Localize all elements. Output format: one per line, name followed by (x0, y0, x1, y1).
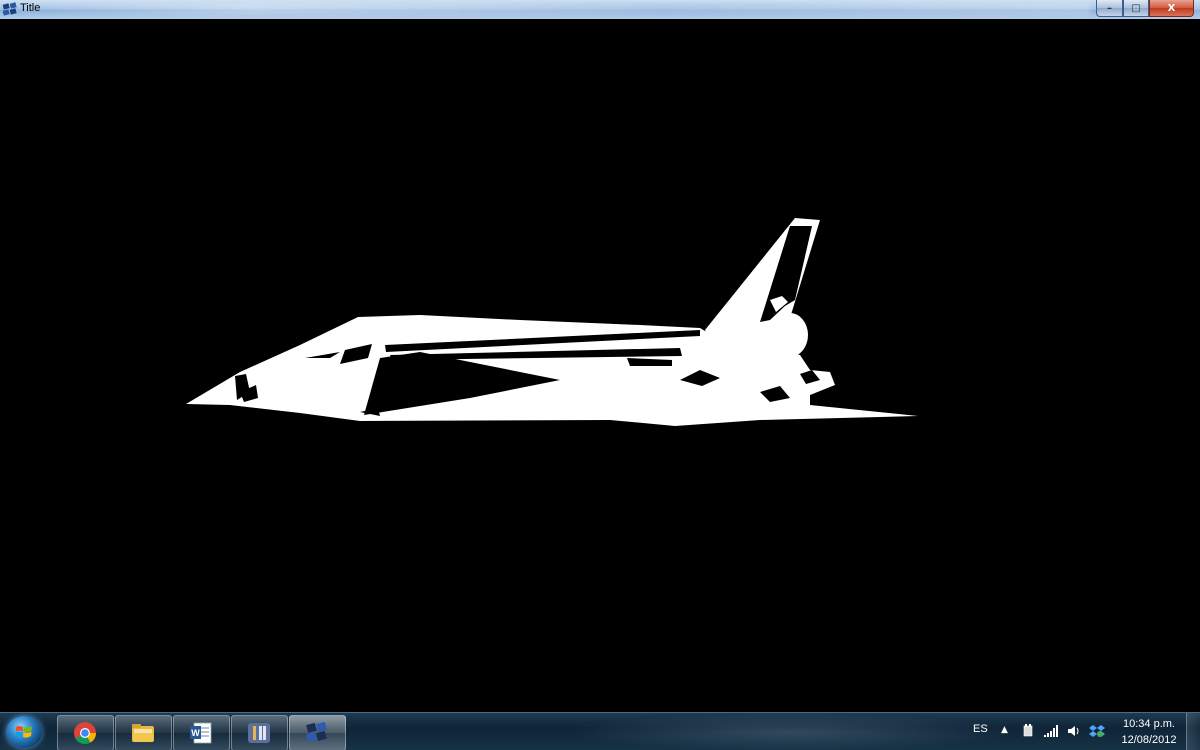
window-controls: – □ X (1096, 0, 1194, 18)
taskbar-item-opengl-app[interactable] (289, 715, 346, 750)
folder-icon (132, 724, 154, 742)
dropbox-icon[interactable] (1089, 724, 1105, 738)
clock-date[interactable]: 12/08/2012 (1118, 734, 1180, 746)
language-indicator[interactable]: ES (973, 723, 988, 735)
maximize-button[interactable]: □ (1123, 0, 1149, 17)
start-button[interactable] (6, 716, 42, 748)
chrome-icon (74, 722, 96, 744)
render-viewport[interactable] (0, 19, 1200, 712)
taskbar-background (560, 713, 1020, 750)
taskbar-item-word[interactable]: W (173, 715, 230, 750)
clock-time[interactable]: 10:34 p.m. (1118, 718, 1180, 730)
power-plug-icon[interactable] (1020, 724, 1036, 738)
close-icon: X (1167, 2, 1176, 14)
taskbar-item-chrome[interactable] (57, 715, 114, 750)
window-title-bar[interactable]: Title – □ X (0, 0, 1200, 20)
app-window-icon (306, 721, 327, 742)
title-bar-background (40, 3, 1090, 15)
wifi-signal-icon[interactable] (1043, 724, 1059, 738)
show-desktop-button[interactable] (1186, 713, 1200, 750)
windows-start-orb-icon (15, 726, 32, 738)
taskbar-item-file-explorer[interactable] (115, 715, 172, 750)
show-hidden-icons-chevron-icon[interactable]: ▲ (1001, 725, 1008, 735)
close-button[interactable]: X (1149, 0, 1194, 17)
taskbar: W ES ▲ 10:34 p.m. 12/08/2012 (0, 712, 1200, 750)
space-shuttle-model (186, 218, 918, 426)
minimize-icon: – (1107, 2, 1112, 14)
intellij-icon (248, 723, 270, 743)
svg-text:W: W (191, 728, 200, 738)
minimize-button[interactable]: – (1096, 0, 1123, 17)
maximize-icon: □ (1131, 2, 1141, 14)
volume-icon[interactable] (1066, 724, 1082, 738)
taskbar-item-intellij[interactable] (231, 715, 288, 750)
word-icon: W (190, 722, 212, 744)
app-window-icon (2, 2, 17, 16)
window-title: Title (20, 2, 41, 14)
